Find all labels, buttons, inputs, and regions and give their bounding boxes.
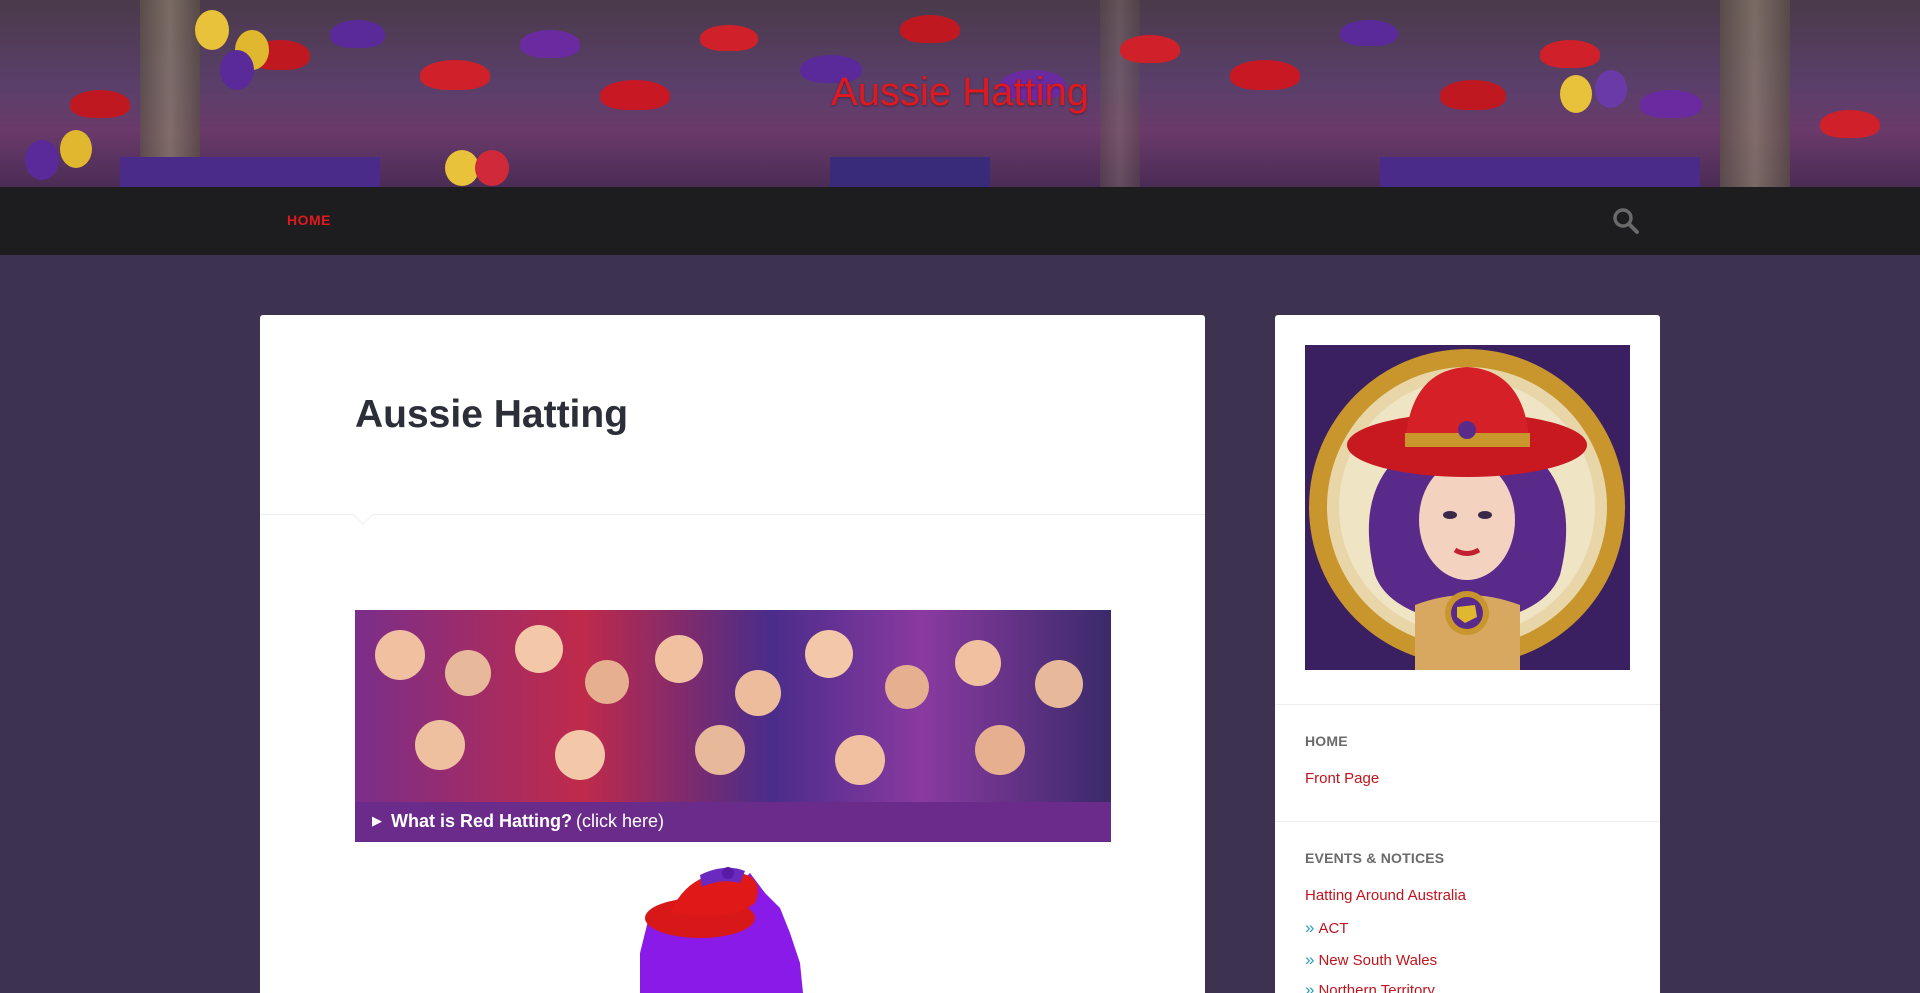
hatting-around-australia-link[interactable]: Hatting Around Australia	[1305, 887, 1466, 904]
details-summary-hint: (click here)	[576, 811, 665, 831]
sidebar-divider	[1275, 704, 1660, 705]
home-widget-title: HOME	[1305, 733, 1348, 749]
sidebar-divider	[1275, 821, 1660, 822]
double-chevron-right-icon: »	[1305, 980, 1315, 993]
australia-hat-map-image	[630, 853, 850, 993]
northern-territory-link[interactable]: Northern Territory	[1318, 982, 1434, 993]
new-south-wales-link[interactable]: New South Wales	[1318, 952, 1437, 969]
double-chevron-right-icon: »	[1305, 950, 1315, 969]
sidebar-portrait-image	[1305, 345, 1630, 670]
details-summary-label: What is Red Hatting?	[391, 811, 572, 831]
nav-home-link[interactable]: HOME	[287, 212, 331, 228]
main-navigation: HOME	[0, 187, 1920, 255]
hero-crowd-image	[355, 610, 1111, 802]
divider-notch	[353, 505, 373, 525]
sidebar: HOME Front Page EVENTS & NOTICES Hatting…	[1275, 315, 1660, 993]
list-item-new-south-wales[interactable]: » New South Wales	[1305, 950, 1437, 970]
main-content-card: Aussie Hatting ▶ What is Red Hatting? (c…	[260, 315, 1205, 993]
search-icon[interactable]	[1612, 207, 1640, 235]
what-is-red-hatting-toggle[interactable]: ▶ What is Red Hatting? (click here)	[355, 802, 1111, 842]
page-title: Aussie Hatting	[355, 393, 629, 436]
title-divider	[260, 514, 1205, 515]
list-item-act[interactable]: » ACT	[1305, 918, 1348, 938]
act-link[interactable]: ACT	[1318, 920, 1348, 937]
list-item-northern-territory[interactable]: » Northern Territory	[1305, 980, 1435, 993]
events-widget-title: EVENTS & NOTICES	[1305, 850, 1445, 866]
site-title[interactable]: Aussie Hatting	[0, 70, 1920, 115]
double-chevron-right-icon: »	[1305, 918, 1315, 937]
disclosure-triangle-icon: ▶	[372, 813, 382, 828]
header-banner: Aussie Hatting	[0, 0, 1920, 187]
front-page-link[interactable]: Front Page	[1305, 770, 1379, 787]
